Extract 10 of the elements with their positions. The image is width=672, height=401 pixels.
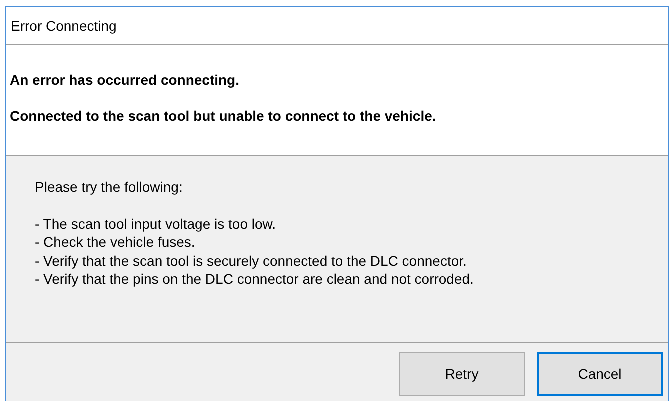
suggestion-item: - Verify that the pins on the DLC connector are clean and not corroded. — [35, 270, 475, 288]
dialog-button[interactable]: Retry — [399, 352, 525, 396]
error-message: An error has occurred connecting. — [10, 72, 240, 88]
details-intro: Please try the following: — [35, 178, 184, 196]
suggestion-item: - Check the vehicle fuses. — [35, 233, 196, 252]
window-title: Error Connecting — [6, 7, 668, 45]
suggestion-item: - Verify that the scan tool is securely connected to the DLC connector. — [35, 252, 468, 270]
suggestion-item: - The scan tool input voltage is too low. — [35, 214, 277, 233]
error-message: Connected to the scan tool but unable to connect to the vehicle. — [10, 108, 438, 124]
dialog-button[interactable]: Cancel — [537, 352, 663, 396]
